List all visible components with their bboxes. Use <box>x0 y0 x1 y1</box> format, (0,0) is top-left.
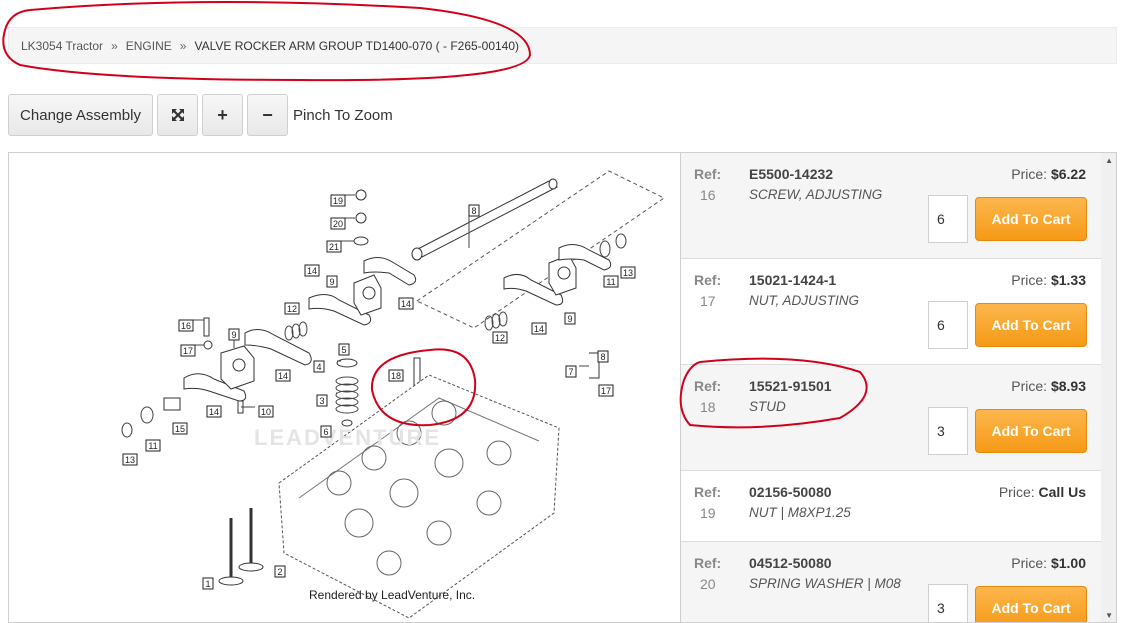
list-item: Ref: 19 02156-50080 NUT | M8XP1.25 Price… <box>681 471 1101 542</box>
breadcrumb-link-tractor[interactable]: LK3054 Tractor <box>21 39 103 53</box>
callout-label: 15 <box>175 424 185 434</box>
part-description: NUT, ADJUSTING <box>749 293 860 308</box>
callout-label: 5 <box>341 345 346 355</box>
fit-to-screen-button[interactable] <box>157 94 198 136</box>
add-to-cart-button[interactable]: Add To Cart <box>975 303 1087 347</box>
callout-label: 8 <box>600 352 605 362</box>
scroll-up-arrow-icon[interactable]: ▲ <box>1105 156 1113 165</box>
callout-label: 17 <box>183 346 193 356</box>
callout-label: 2 <box>277 567 282 577</box>
list-item: Ref: 17 15021-1424-1 NUT, ADJUSTING Pric… <box>681 259 1101 365</box>
callout-label: 17 <box>601 386 611 396</box>
breadcrumb-current: VALVE ROCKER ARM GROUP TD1400-070 ( - F2… <box>194 38 520 53</box>
callout-label: 14 <box>401 299 411 309</box>
part-number: 15521-91501 <box>749 378 832 394</box>
callout-label: 12 <box>287 304 297 314</box>
list-item: Ref: 16 E5500-14232 SCREW, ADJUSTING Pri… <box>681 153 1101 259</box>
callout-label: 13 <box>623 268 633 278</box>
ref-label: Ref: <box>694 484 722 500</box>
change-assembly-button[interactable]: Change Assembly <box>8 94 153 136</box>
part-number: 04512-50080 <box>749 555 832 571</box>
callout-label: 21 <box>329 242 339 252</box>
part-number: 02156-50080 <box>749 484 832 500</box>
callout-label: 20 <box>333 219 343 229</box>
ref-number: 16 <box>700 187 716 203</box>
breadcrumb-separator: » <box>179 38 187 53</box>
ref-label: Ref: <box>694 555 722 571</box>
callout-label: 8 <box>471 206 476 216</box>
add-to-cart-button[interactable]: Add To Cart <box>975 409 1087 453</box>
breadcrumb-link-engine[interactable]: ENGINE <box>126 39 172 53</box>
price: Price: Call Us <box>998 484 1086 500</box>
part-description: STUD <box>749 399 786 414</box>
callout-label: 14 <box>307 266 317 276</box>
quantity-input[interactable]: 6 <box>928 195 968 243</box>
watermark-text: LEADVENTURE <box>254 425 441 450</box>
callout-label: 14 <box>209 407 219 417</box>
part-description: NUT | M8XP1.25 <box>749 505 851 520</box>
callout-label: 10 <box>261 407 271 417</box>
ref-number: 20 <box>700 576 716 592</box>
add-to-cart-button[interactable]: Add To Cart <box>975 197 1087 241</box>
ref-number: 17 <box>700 293 716 309</box>
breadcrumb-separator: » <box>111 38 118 53</box>
rendered-by-label: Rendered by LeadVenture, Inc. <box>309 588 476 602</box>
add-to-cart-button[interactable]: Add To Cart <box>975 586 1087 622</box>
price: Price: $8.93 <box>1011 378 1086 394</box>
ref-number: 18 <box>700 399 716 415</box>
parts-list: Ref: 16 E5500-14232 SCREW, ADJUSTING Pri… <box>680 152 1117 623</box>
callout-label: 9 <box>231 330 236 340</box>
part-number: 15021-1424-1 <box>749 272 837 288</box>
ref-label: Ref: <box>694 166 722 182</box>
ref-number: 19 <box>700 505 716 521</box>
zoom-in-button[interactable]: + <box>202 94 243 136</box>
parts-diagram[interactable]: LEADVENTURE 1 2 3 4 5 6 7 8 8 9 9 9 10 11 11 12 12 13 13 14… <box>8 152 680 623</box>
callout-label: 12 <box>495 333 505 343</box>
callout-label: 16 <box>181 321 191 331</box>
quantity-input[interactable]: 3 <box>928 584 968 622</box>
expand-arrows-icon <box>171 109 184 121</box>
diagram-toolbar: Change Assembly + − Pinch To Zoom <box>8 94 393 136</box>
price: Price: $1.33 <box>1011 272 1086 288</box>
zoom-out-button[interactable]: − <box>247 94 288 136</box>
part-number: E5500-14232 <box>749 166 834 182</box>
list-item: Ref: 20 04512-50080 SPRING WASHER | M08 … <box>681 542 1101 622</box>
callout-label: 9 <box>567 314 572 324</box>
callout-label: 4 <box>316 362 321 372</box>
ref-label: Ref: <box>694 272 722 288</box>
price: Price: $6.22 <box>1011 166 1086 182</box>
callout-label: 14 <box>534 324 544 334</box>
callout-label: 3 <box>319 396 324 406</box>
callout-label: 13 <box>125 455 135 465</box>
part-description: SPRING WASHER | M08 <box>749 576 901 591</box>
callout-label: 11 <box>606 277 615 287</box>
exploded-view-drawing: LEADVENTURE 1234567889991011111212131314… <box>121 170 665 619</box>
quantity-input[interactable]: 6 <box>928 301 968 349</box>
callout-label: 9 <box>329 277 334 287</box>
ref-label: Ref: <box>694 378 722 394</box>
parts-list-scrollbar[interactable]: ▲ ▼ <box>1101 153 1116 622</box>
callout-label: 14 <box>278 371 288 381</box>
callout-label: 18 <box>391 371 401 381</box>
callout-label: 11 <box>148 441 157 451</box>
scroll-down-arrow-icon[interactable]: ▼ <box>1105 611 1113 620</box>
list-item: Ref: 18 15521-91501 STUD Price: $8.93 3 … <box>681 365 1101 471</box>
callout-label: 1 <box>205 579 210 589</box>
pinch-to-zoom-label: Pinch To Zoom <box>293 106 393 124</box>
part-description: SCREW, ADJUSTING <box>749 187 883 202</box>
callout-label: 7 <box>568 367 573 377</box>
breadcrumb: LK3054 Tractor » ENGINE » VALVE ROCKER A… <box>8 27 1117 64</box>
price: Price: $1.00 <box>1011 555 1086 571</box>
callout-label: 19 <box>333 196 343 206</box>
quantity-input[interactable]: 3 <box>928 407 968 455</box>
callout-label: 6 <box>323 427 328 437</box>
